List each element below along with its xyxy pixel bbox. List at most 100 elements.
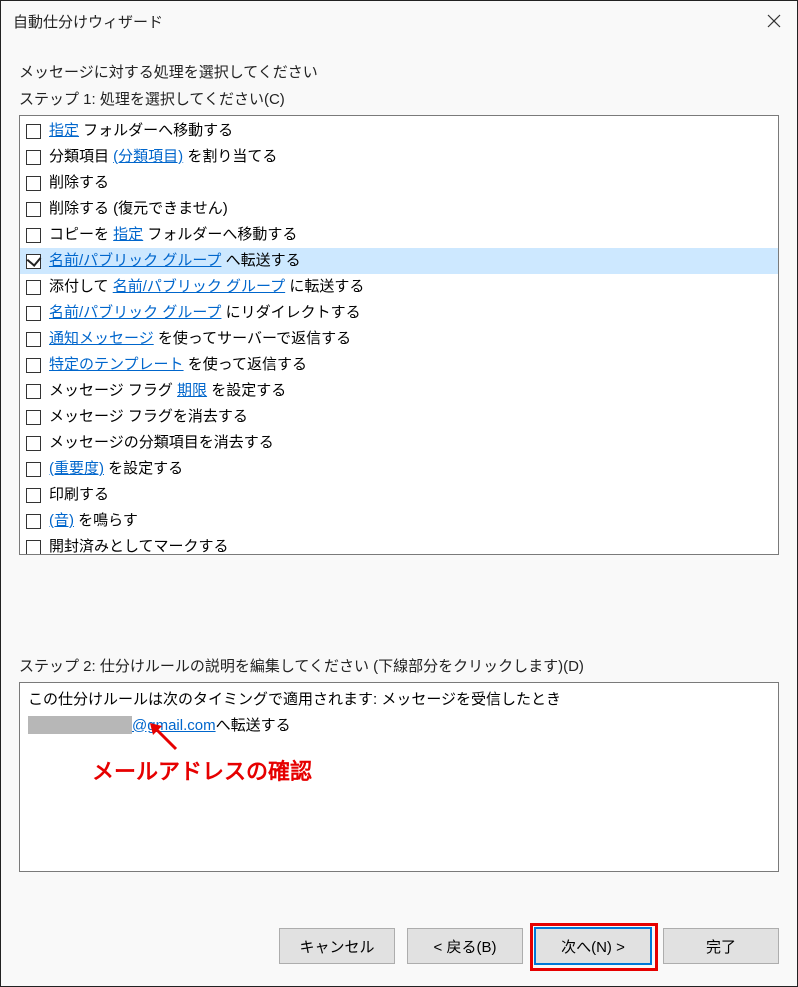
- action-text: にリダイレクトする: [221, 304, 360, 321]
- action-link[interactable]: 期限: [177, 382, 207, 399]
- action-checkbox[interactable]: [26, 332, 41, 347]
- action-checkbox[interactable]: [26, 540, 41, 555]
- action-label: コピーを 指定 フォルダーへ移動する: [49, 223, 297, 247]
- action-text: を割り当てる: [183, 148, 277, 165]
- action-link[interactable]: 名前/パブリック グループ: [49, 252, 221, 269]
- next-button[interactable]: 次へ(N) >: [535, 928, 651, 964]
- action-item[interactable]: 分類項目 (分類項目) を割り当てる: [20, 144, 778, 170]
- action-text: へ転送する: [221, 252, 300, 269]
- action-checkbox[interactable]: [26, 358, 41, 373]
- action-checkbox[interactable]: [26, 254, 41, 269]
- action-text: を設定する: [207, 382, 286, 399]
- action-link[interactable]: 特定のテンプレート: [49, 356, 184, 373]
- description-line1: この仕分けルールは次のタイミングで適用されます: メッセージを受信したとき: [28, 687, 770, 713]
- wizard-dialog: 自動仕分けウィザード メッセージに対する処理を選択してください ステップ 1: …: [0, 0, 798, 987]
- action-label: 特定のテンプレート を使って返信する: [49, 353, 307, 377]
- action-label: メッセージの分類項目を消去する: [49, 431, 274, 455]
- action-item[interactable]: メッセージの分類項目を消去する: [20, 430, 778, 456]
- action-checkbox[interactable]: [26, 150, 41, 165]
- action-label: 削除する: [49, 171, 109, 195]
- action-link[interactable]: 指定: [113, 226, 143, 243]
- action-text: 削除する: [49, 174, 109, 191]
- action-text: フォルダーへ移動する: [143, 226, 297, 243]
- action-text: を設定する: [104, 460, 183, 477]
- close-button[interactable]: [751, 1, 797, 41]
- action-item[interactable]: 名前/パブリック グループ にリダイレクトする: [20, 300, 778, 326]
- action-text: 分類項目: [49, 148, 113, 165]
- action-text: を使ってサーバーで返信する: [154, 330, 351, 347]
- actions-listbox[interactable]: 指定 フォルダーへ移動する分類項目 (分類項目) を割り当てる削除する削除する …: [19, 115, 779, 555]
- action-checkbox[interactable]: [26, 306, 41, 321]
- action-link[interactable]: (分類項目): [113, 148, 183, 165]
- action-label: (重要度) を設定する: [49, 457, 183, 481]
- action-label: 分類項目 (分類項目) を割り当てる: [49, 145, 277, 169]
- cancel-button[interactable]: キャンセル: [279, 928, 395, 964]
- rule-description-box[interactable]: この仕分けルールは次のタイミングで適用されます: メッセージを受信したとき @g…: [19, 682, 779, 872]
- action-label: 名前/パブリック グループ へ転送する: [49, 249, 301, 273]
- action-label: 印刷する: [49, 483, 109, 507]
- action-item[interactable]: 名前/パブリック グループ へ転送する: [20, 248, 778, 274]
- action-item[interactable]: 削除する: [20, 170, 778, 196]
- action-link[interactable]: (音): [49, 512, 74, 529]
- action-item[interactable]: メッセージ フラグ 期限 を設定する: [20, 378, 778, 404]
- action-text: 添付して: [49, 278, 113, 295]
- button-row: キャンセル < 戻る(B) 次へ(N) > 完了: [279, 928, 779, 964]
- action-checkbox[interactable]: [26, 488, 41, 503]
- close-icon: [767, 14, 781, 28]
- action-label: 指定 フォルダーへ移動する: [49, 119, 233, 143]
- action-item[interactable]: (音) を鳴らす: [20, 508, 778, 534]
- action-text: メッセージ フラグ: [49, 382, 177, 399]
- action-link[interactable]: 通知メッセージ: [49, 330, 154, 347]
- action-item[interactable]: 特定のテンプレート を使って返信する: [20, 352, 778, 378]
- action-item[interactable]: 指定 フォルダーへ移動する: [20, 118, 778, 144]
- action-text: 開封済みとしてマークする: [49, 538, 229, 555]
- back-button[interactable]: < 戻る(B): [407, 928, 523, 964]
- content-area: メッセージに対する処理を選択してください ステップ 1: 処理を選択してください…: [1, 41, 797, 872]
- action-checkbox[interactable]: [26, 410, 41, 425]
- action-item[interactable]: 添付して 名前/パブリック グループ に転送する: [20, 274, 778, 300]
- step2-label: ステップ 2: 仕分けルールの説明を編集してください (下線部分をクリックします…: [19, 655, 779, 676]
- action-item[interactable]: 開封済みとしてマークする: [20, 534, 778, 555]
- action-checkbox[interactable]: [26, 280, 41, 295]
- action-text: を鳴らす: [74, 512, 138, 529]
- action-checkbox[interactable]: [26, 176, 41, 191]
- action-item[interactable]: メッセージ フラグを消去する: [20, 404, 778, 430]
- instruction-text: メッセージに対する処理を選択してください: [19, 61, 779, 82]
- action-item[interactable]: 削除する (復元できません): [20, 196, 778, 222]
- action-checkbox[interactable]: [26, 228, 41, 243]
- action-checkbox[interactable]: [26, 202, 41, 217]
- action-item[interactable]: (重要度) を設定する: [20, 456, 778, 482]
- action-checkbox[interactable]: [26, 384, 41, 399]
- action-label: 名前/パブリック グループ にリダイレクトする: [49, 301, 361, 325]
- action-text: コピーを: [49, 226, 113, 243]
- annotation-text: メールアドレスの確認: [92, 753, 312, 790]
- action-link[interactable]: 名前/パブリック グループ: [49, 304, 221, 321]
- action-label: メッセージ フラグ 期限 を設定する: [49, 379, 286, 403]
- action-label: 開封済みとしてマークする: [49, 535, 229, 555]
- action-text: メッセージの分類項目を消去する: [49, 434, 274, 451]
- step1-label: ステップ 1: 処理を選択してください(C): [19, 88, 779, 109]
- action-link[interactable]: 指定: [49, 122, 79, 139]
- action-item[interactable]: 通知メッセージ を使ってサーバーで返信する: [20, 326, 778, 352]
- action-checkbox[interactable]: [26, 124, 41, 139]
- action-item[interactable]: コピーを 指定 フォルダーへ移動する: [20, 222, 778, 248]
- action-text: に転送する: [285, 278, 364, 295]
- action-checkbox[interactable]: [26, 514, 41, 529]
- action-checkbox[interactable]: [26, 462, 41, 477]
- description-line2: @gmail.com へ転送する: [28, 713, 770, 739]
- forward-address-link[interactable]: @gmail.com: [132, 713, 216, 739]
- action-label: 削除する (復元できません): [49, 197, 228, 221]
- description-suffix: へ転送する: [216, 713, 291, 739]
- redacted-email-local: [28, 716, 132, 734]
- action-text: 削除する (復元できません): [49, 200, 228, 217]
- finish-button[interactable]: 完了: [663, 928, 779, 964]
- action-label: 通知メッセージ を使ってサーバーで返信する: [49, 327, 351, 351]
- action-checkbox[interactable]: [26, 436, 41, 451]
- action-label: 添付して 名前/パブリック グループ に転送する: [49, 275, 364, 299]
- action-label: (音) を鳴らす: [49, 509, 138, 533]
- action-link[interactable]: (重要度): [49, 460, 104, 477]
- action-link[interactable]: 名前/パブリック グループ: [113, 278, 285, 295]
- titlebar: 自動仕分けウィザード: [1, 1, 797, 41]
- action-text: 印刷する: [49, 486, 109, 503]
- action-item[interactable]: 印刷する: [20, 482, 778, 508]
